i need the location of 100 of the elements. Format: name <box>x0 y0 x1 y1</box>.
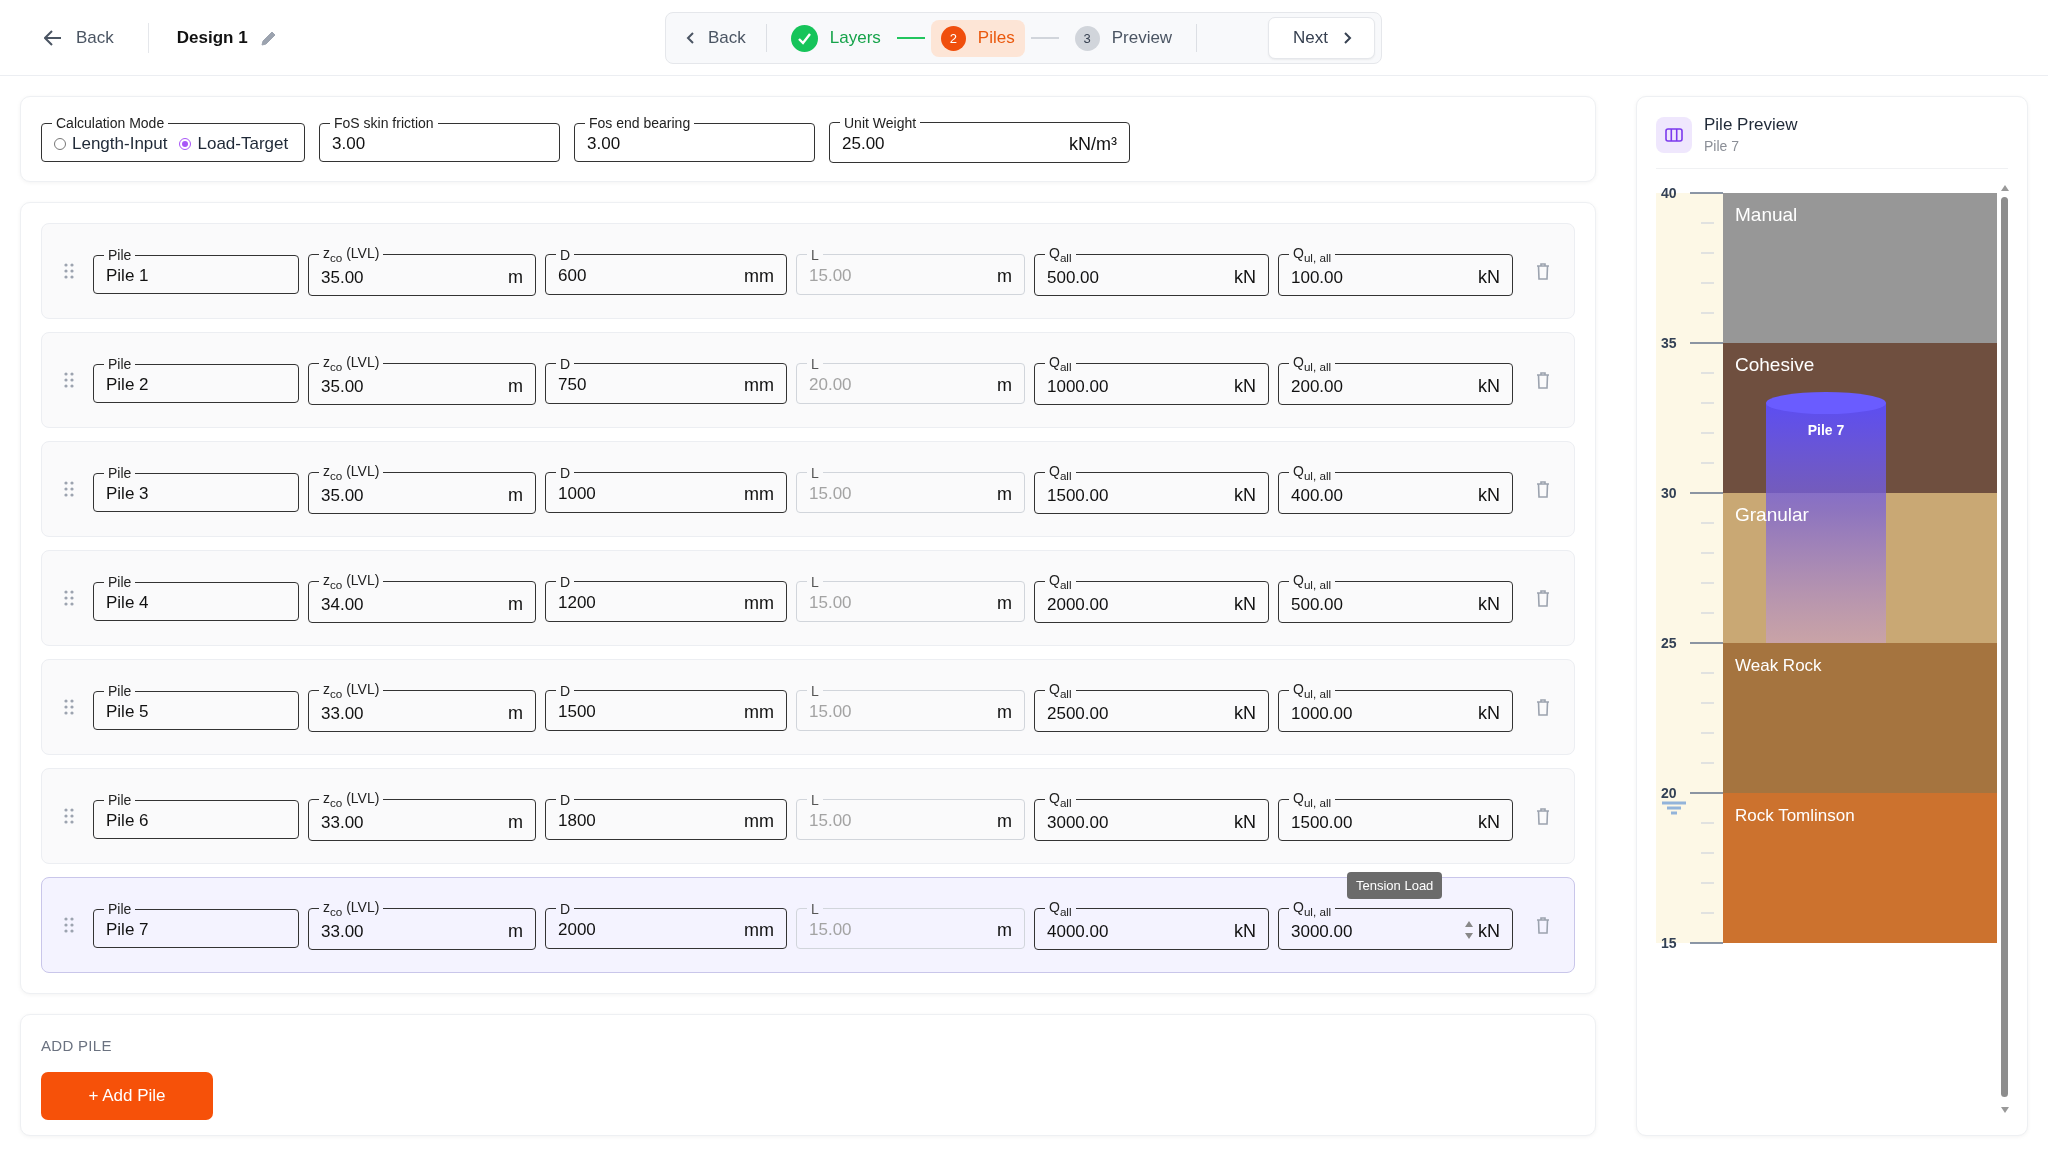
drag-handle-icon[interactable] <box>64 917 74 933</box>
drag-handle-icon[interactable] <box>64 699 74 715</box>
number-input[interactable]: 34.00 <box>321 590 508 615</box>
trash-icon[interactable] <box>1536 589 1550 607</box>
number-input[interactable]: 200.00 <box>1291 372 1478 397</box>
input-field[interactable]: Pile Pile 4 <box>93 575 299 621</box>
number-input[interactable]: 750 <box>558 371 744 395</box>
number-input[interactable]: 400.00 <box>1291 481 1478 506</box>
input-field[interactable]: Q$_{ul, all}$ 400.00 kN <box>1278 463 1513 515</box>
drag-handle-icon[interactable] <box>64 590 74 606</box>
number-input[interactable]: 600 <box>558 262 744 286</box>
text-input[interactable]: Pile 5 <box>106 698 286 722</box>
number-input[interactable]: 1000.00 <box>1291 699 1478 724</box>
back-button[interactable]: Back <box>40 23 118 52</box>
number-input[interactable]: 4000.00 <box>1047 917 1234 942</box>
input-field[interactable]: z$_{co}$ (LVL) 33.00 m <box>308 899 536 951</box>
field-label: L <box>810 683 820 698</box>
next-button[interactable]: Next <box>1268 17 1375 59</box>
text-input[interactable]: Pile 7 <box>106 916 286 940</box>
trash-icon[interactable] <box>1536 698 1550 716</box>
input-field[interactable]: D 1200 mm <box>545 574 787 622</box>
trash-icon[interactable] <box>1536 916 1550 934</box>
input-field[interactable]: Pile Pile 1 <box>93 248 299 294</box>
input-field[interactable]: Q$_{ul, all}$ 1000.00 kN <box>1278 681 1513 733</box>
input-field[interactable]: Q$_{all}$ 3000.00 kN <box>1034 790 1269 842</box>
text-input[interactable]: Pile 6 <box>106 807 286 831</box>
input-field[interactable]: Q$_{all}$ 2000.00 kN <box>1034 572 1269 624</box>
input-field[interactable]: z$_{co}$ (LVL) 33.00 m <box>308 681 536 733</box>
input-field[interactable]: Q$_{ul, all}$ 1500.00 kN <box>1278 790 1513 842</box>
number-input[interactable]: 500.00 <box>1047 263 1234 288</box>
trash-icon[interactable] <box>1536 262 1550 280</box>
trash-icon[interactable] <box>1536 807 1550 825</box>
number-input[interactable]: 2000.00 <box>1047 590 1234 615</box>
input-field[interactable]: Q$_{all}$ 2500.00 kN <box>1034 681 1269 733</box>
text-input[interactable]: 3.00 <box>587 130 802 154</box>
number-input[interactable]: 35.00 <box>321 263 508 288</box>
number-input[interactable]: 1000 <box>558 480 744 504</box>
input-field[interactable]: z$_{co}$ (LVL) 34.00 m <box>308 572 536 624</box>
input-field[interactable]: FoS skin friction 3.00 <box>319 116 560 162</box>
input-field[interactable]: z$_{co}$ (LVL) 33.00 m <box>308 790 536 842</box>
input-field[interactable]: D 1500 mm <box>545 683 787 731</box>
input-field[interactable]: Pile Pile 3 <box>93 466 299 512</box>
input-field[interactable]: Pile Pile 7 <box>93 902 299 948</box>
number-input[interactable]: 1500.00 <box>1047 481 1234 506</box>
text-input[interactable]: Pile 1 <box>106 262 286 286</box>
number-input[interactable]: 100.00 <box>1291 263 1478 288</box>
step-tab[interactable]: 2 Piles <box>930 19 1025 57</box>
input-field[interactable]: D 600 mm <box>545 247 787 295</box>
number-input[interactable]: 33.00 <box>321 808 508 833</box>
input-field[interactable]: Pile Pile 2 <box>93 357 299 403</box>
input-field[interactable]: Q$_{ul, all}$ 200.00 kN <box>1278 354 1513 406</box>
input-field[interactable]: Pile Pile 6 <box>93 793 299 839</box>
drag-handle-icon[interactable] <box>64 372 74 388</box>
step-tab[interactable]: 3 Preview <box>1064 19 1183 57</box>
input-field[interactable]: Unit Weight 25.00 kN/m³ <box>829 115 1130 163</box>
radio-option[interactable]: Length-Input <box>54 130 168 154</box>
input-field[interactable]: Q$_{all}$ 1000.00 kN <box>1034 354 1269 406</box>
text-input[interactable]: Pile 3 <box>106 480 286 504</box>
input-field[interactable]: Q$_{ul, all}$ 500.00 kN <box>1278 572 1513 624</box>
number-input[interactable]: 2500.00 <box>1047 699 1234 724</box>
input-field[interactable]: D 1000 mm <box>545 465 787 513</box>
number-input[interactable]: 500.00 <box>1291 590 1478 615</box>
number-input[interactable]: 25.00 <box>842 130 1069 154</box>
number-input[interactable]: 1500.00 <box>1291 808 1478 833</box>
number-input[interactable]: 33.00 <box>321 917 508 942</box>
drag-handle-icon[interactable] <box>64 263 74 279</box>
input-field[interactable]: Pile Pile 5 <box>93 684 299 730</box>
number-input[interactable]: 2000 <box>558 916 744 940</box>
text-input[interactable]: Pile 4 <box>106 589 286 613</box>
trash-icon[interactable] <box>1536 480 1550 498</box>
back-button[interactable]: Back <box>680 20 752 56</box>
number-input[interactable]: 3000.00 <box>1291 917 1464 942</box>
trash-icon[interactable] <box>1536 371 1550 389</box>
number-input[interactable]: 3000.00 <box>1047 808 1234 833</box>
field-label: D <box>559 574 572 589</box>
number-input[interactable]: 1800 <box>558 807 744 831</box>
input-field[interactable]: D 1800 mm <box>545 792 787 840</box>
scrollbar[interactable] <box>2001 185 2009 1113</box>
number-input[interactable]: 35.00 <box>321 481 508 506</box>
check-circle-icon <box>790 24 818 52</box>
drag-handle-icon[interactable] <box>64 808 74 824</box>
input-field[interactable]: Q$_{ul, all}$ 100.00 kN <box>1278 245 1513 297</box>
input-field[interactable]: Fos end bearing 3.00 <box>574 116 815 162</box>
number-input[interactable]: 1500 <box>558 698 744 722</box>
text-input[interactable]: 3.00 <box>332 130 547 154</box>
number-input[interactable]: 35.00 <box>321 372 508 397</box>
number-input[interactable]: 1200 <box>558 589 744 613</box>
input-field[interactable]: z$_{co}$ (LVL) 35.00 m <box>308 245 536 297</box>
input-field[interactable]: Q$_{all}$ 500.00 kN <box>1034 245 1269 297</box>
input-field[interactable]: Q$_{all}$ 4000.00 kN <box>1034 899 1269 951</box>
drag-handle-icon[interactable] <box>64 481 74 497</box>
text-input[interactable]: Pile 2 <box>106 371 286 395</box>
input-field[interactable]: Q$_{all}$ 1500.00 kN <box>1034 463 1269 515</box>
radio-option[interactable]: Load-Target <box>179 130 289 154</box>
input-field[interactable]: D 750 mm <box>545 356 787 404</box>
number-input[interactable]: 33.00 <box>321 699 508 724</box>
input-field[interactable]: z$_{co}$ (LVL) 35.00 m <box>308 354 536 406</box>
input-field[interactable]: z$_{co}$ (LVL) 35.00 m <box>308 463 536 515</box>
input-field[interactable]: D 2000 mm <box>545 901 787 949</box>
number-input[interactable]: 1000.00 <box>1047 372 1234 397</box>
